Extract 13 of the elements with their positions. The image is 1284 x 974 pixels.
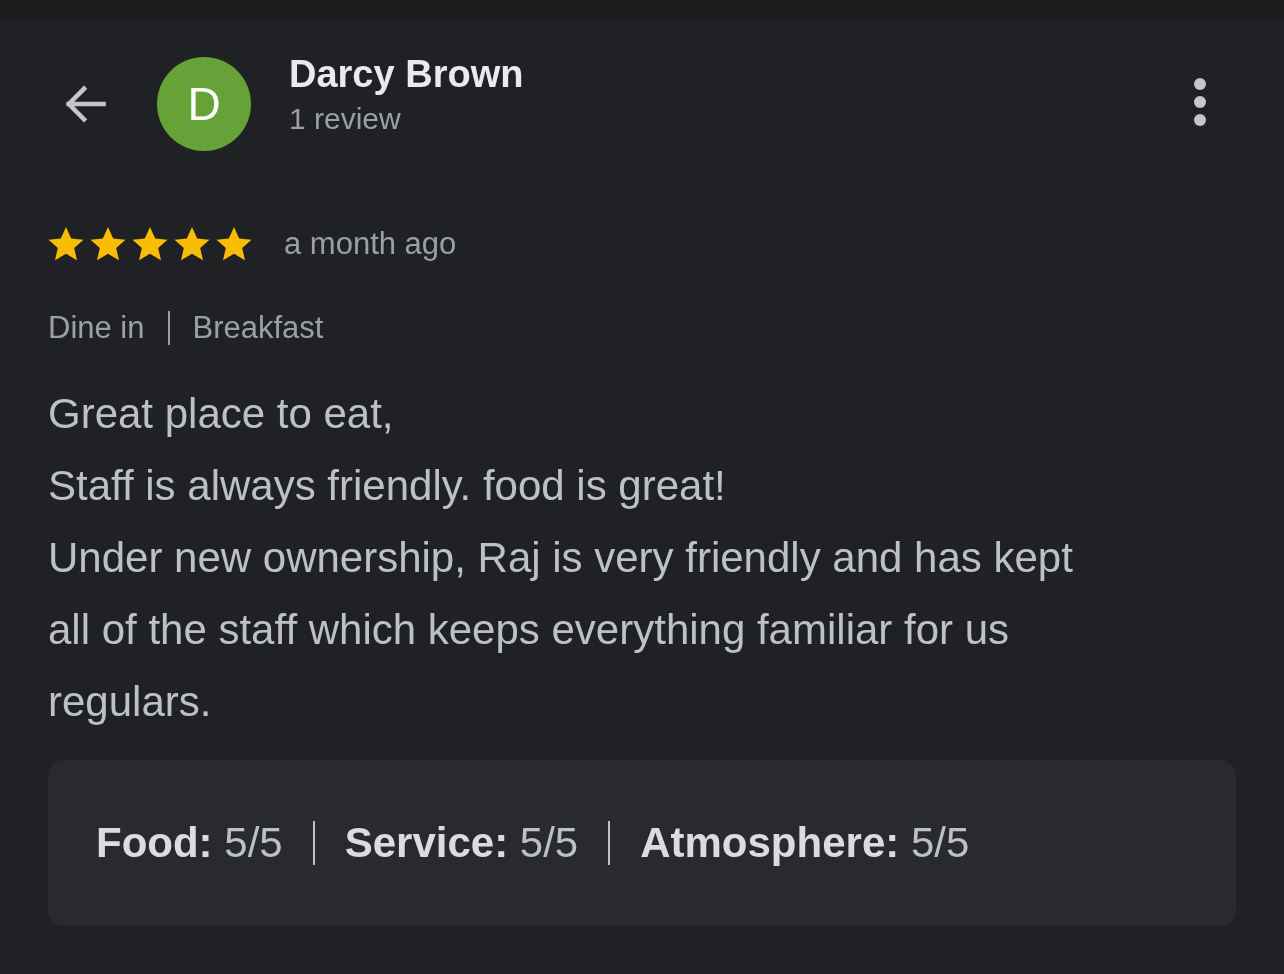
rating-text: Food: 5/5 xyxy=(96,819,283,867)
review-count: 1 review xyxy=(289,101,402,136)
review-text: Staff is always friendly. food is great! xyxy=(48,461,727,511)
review-text: Great place to eat, xyxy=(48,389,395,439)
reviewer-name[interactable]: Darcy Brown xyxy=(289,52,1192,96)
review-text: Under new ownership, Raj is very friendly and has kept all of the staff which keeps everything familiar for us regulars. xyxy=(48,533,1074,727)
more-options-icon[interactable] xyxy=(1192,76,1208,128)
avatar: D xyxy=(157,57,251,151)
rating-text: Atmosphere: 5/5 xyxy=(640,819,970,867)
rating-text: Service: 5/5 xyxy=(344,819,579,867)
visit-tag: Dine in xyxy=(48,310,145,346)
review-time: a month ago xyxy=(284,226,457,262)
visit-tag: Breakfast xyxy=(192,310,324,346)
